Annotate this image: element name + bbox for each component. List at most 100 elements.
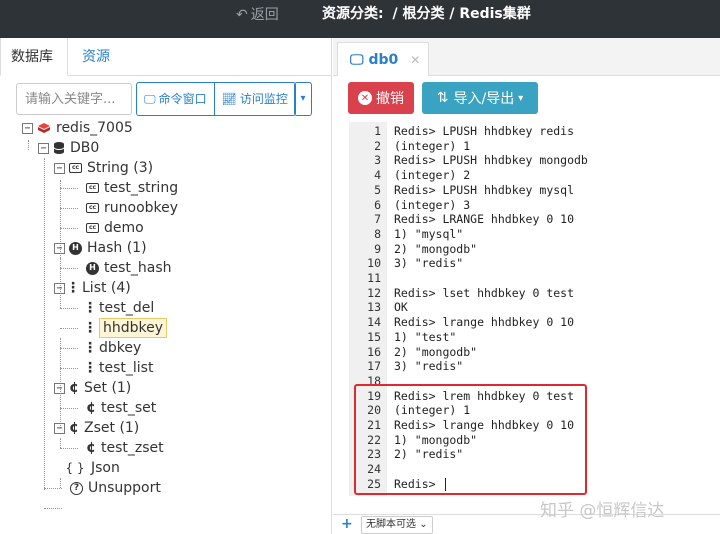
tree-item-label: test_string xyxy=(104,180,179,196)
tree-group-unsupport[interactable]: ? Unsupport xyxy=(70,478,161,498)
line-text: (integer) 1 xyxy=(394,138,471,153)
tree-item-label: test_hash xyxy=(104,260,172,276)
caret-down-icon: ▾ xyxy=(518,92,524,104)
tree-group-json[interactable]: { } Json xyxy=(64,458,120,478)
tree-connector xyxy=(44,508,62,509)
tab-database[interactable]: 数据库 xyxy=(0,38,68,76)
editor-tabs: 🖵 db0 ✕ xyxy=(333,38,720,76)
collapse-toggle[interactable]: − xyxy=(54,162,65,174)
line-number: 3 xyxy=(374,153,381,168)
tree-connector xyxy=(60,188,78,189)
tree-item-hash[interactable]: H test_hash xyxy=(86,258,172,278)
tree-group-label: Json xyxy=(91,460,120,476)
tree-connector xyxy=(60,228,78,229)
search-input[interactable] xyxy=(16,83,132,115)
import-export-label: 导入/导出 xyxy=(453,91,515,107)
add-icon[interactable]: + xyxy=(341,516,353,532)
line-number: 2 xyxy=(374,138,381,153)
import-export-button[interactable]: ⇅ 导入/导出 ▾ xyxy=(422,82,538,114)
back-button[interactable]: ↶ 返回 xyxy=(236,4,279,24)
tree-item-set[interactable]: ¢ test_set xyxy=(86,398,156,418)
collapse-toggle[interactable]: − xyxy=(54,422,65,434)
tab-db0[interactable]: 🖵 db0 ✕ xyxy=(337,42,429,76)
line-number: 5 xyxy=(374,182,381,197)
tree-item-string[interactable]: cc runoobkey xyxy=(86,198,178,218)
access-monitor-button[interactable]: 📈︎ 访问监控 xyxy=(213,83,295,115)
line-number: 14 xyxy=(367,315,381,330)
line-text: OK xyxy=(394,300,408,315)
line-number: 16 xyxy=(367,344,381,359)
line-number: 15 xyxy=(367,329,381,344)
set-icon: ¢ xyxy=(69,380,79,396)
collapse-toggle[interactable]: − xyxy=(54,282,65,294)
collapse-toggle[interactable]: − xyxy=(54,382,65,394)
set-icon: ¢ xyxy=(86,400,96,416)
tree-item-list[interactable]: ⋮ test_del xyxy=(83,298,154,318)
braces-icon: { } xyxy=(65,461,85,475)
breadcrumb: 资源分类: / 根分类 / Redis集群 xyxy=(322,3,535,23)
more-dropdown-button[interactable]: ▾ xyxy=(294,82,312,116)
database-icon xyxy=(53,141,65,155)
collapse-toggle[interactable]: − xyxy=(54,242,65,254)
tree-group-zset[interactable]: − ¢ Zset (1) xyxy=(54,418,139,438)
tree-connector xyxy=(44,488,62,489)
tree-db-label: DB0 xyxy=(70,140,100,156)
tree-item-string[interactable]: cc test_string xyxy=(86,178,178,198)
undo-button[interactable]: ✕ 撤销 xyxy=(348,82,414,114)
line-number: 12 xyxy=(367,285,381,300)
tree-connector xyxy=(44,158,45,490)
tree-group-set[interactable]: − ¢ Set (1) xyxy=(54,378,131,398)
breadcrumb-prefix: 资源分类: xyxy=(322,6,384,22)
tab-db0-label: db0 xyxy=(368,51,399,68)
tree-db[interactable]: − DB0 xyxy=(38,138,99,158)
script-select[interactable]: 无脚本可选 ⌄ xyxy=(361,516,433,534)
list-icon: ⋮ xyxy=(66,280,80,296)
tree-item-list[interactable]: ⋮ dbkey xyxy=(83,338,141,358)
line-number: 4 xyxy=(374,168,381,183)
tree-group-label: List (4) xyxy=(82,280,131,296)
string-icon: cc xyxy=(86,203,99,213)
top-bar: ↶ 返回 资源分类: / 根分类 / Redis集群 xyxy=(0,0,720,38)
back-label: 返回 xyxy=(250,7,279,23)
line-number: 6 xyxy=(374,197,381,212)
tree-item-list-selected[interactable]: ⋮ hhdbkey xyxy=(83,318,168,338)
tree-item-label: hhdbkey xyxy=(99,318,168,338)
list-icon: ⋮ xyxy=(83,320,97,336)
tree-root-label: redis_7005 xyxy=(56,120,133,136)
collapse-toggle[interactable]: − xyxy=(38,142,49,154)
tree-group-label: Set (1) xyxy=(84,380,132,396)
chart-icon: 📈︎ xyxy=(221,92,237,106)
line-text: 1) "test" xyxy=(394,329,457,344)
list-icon: ⋮ xyxy=(83,340,97,356)
tree-item-list[interactable]: ⋮ test_list xyxy=(83,358,153,378)
line-number: 8 xyxy=(374,226,381,241)
tree-connector xyxy=(60,478,61,488)
tree-group-label: Unsupport xyxy=(88,480,161,496)
tree-connector xyxy=(60,268,78,269)
tree-connector xyxy=(60,448,78,449)
tree-group-label: Hash (1) xyxy=(87,240,147,256)
monitor-icon: 🖵 xyxy=(350,51,364,68)
tree-group-label: String (3) xyxy=(87,160,154,176)
left-panel: 数据库 资源 🖵命令窗口 📈︎访问监控 ▾ xyxy=(0,38,332,534)
tree-root[interactable]: − redis_7005 xyxy=(22,118,133,138)
command-window-button[interactable]: 🖵 命令窗口 xyxy=(137,83,214,115)
tab-resources[interactable]: 资源 xyxy=(72,38,120,76)
tree-group-hash[interactable]: − H Hash (1) xyxy=(54,238,147,258)
tree-connector xyxy=(60,368,78,369)
line-text: Redis> lrange hhdbkey 0 10 xyxy=(394,315,575,330)
string-icon: cc xyxy=(69,163,82,173)
close-icon[interactable]: ✕ xyxy=(410,53,420,67)
tree-group-string[interactable]: − cc String (3) xyxy=(54,158,153,178)
tree-item-zset[interactable]: ¢ test_zset xyxy=(86,438,164,458)
string-icon: cc xyxy=(86,183,99,193)
list-icon: ⋮ xyxy=(83,300,97,316)
breadcrumb-path[interactable]: / 根分类 / Redis集群 xyxy=(392,6,530,22)
left-tabs: 数据库 资源 xyxy=(0,38,332,76)
tree-item-string[interactable]: cc demo xyxy=(86,218,144,238)
collapse-toggle[interactable]: − xyxy=(22,122,33,134)
tree-group-list[interactable]: − ⋮ List (4) xyxy=(54,278,131,298)
line-text: 2) "mongodb" xyxy=(394,241,478,256)
script-select-value: 无脚本可选 xyxy=(366,519,416,530)
line-number: 17 xyxy=(367,359,381,374)
